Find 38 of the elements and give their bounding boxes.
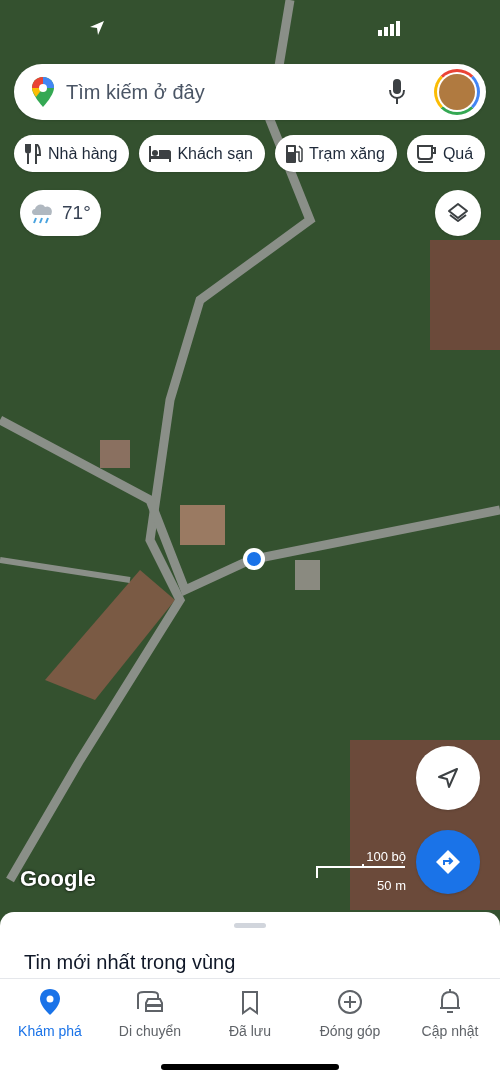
- building: [295, 560, 320, 590]
- sheet-handle[interactable]: [234, 923, 266, 928]
- scale-label: 50 m: [377, 879, 406, 892]
- navigation-arrow-icon: [437, 767, 459, 789]
- nav-tab[interactable]: Đóng góp: [300, 987, 400, 1045]
- bus-car-icon: [136, 991, 164, 1015]
- search-bar[interactable]: Tìm kiếm ở đây: [14, 64, 486, 120]
- plus-circle-icon: [337, 989, 363, 1015]
- google-logo: Google: [20, 865, 96, 893]
- nav-tab[interactable]: Di chuyển: [100, 987, 200, 1045]
- category-chip[interactable]: Trạm xăng: [275, 135, 397, 172]
- nav-tab[interactable]: Đã lưu: [200, 987, 300, 1045]
- bell-icon: [439, 989, 461, 1015]
- map-pin-icon: [40, 989, 60, 1015]
- nav-tab[interactable]: Khám phá: [0, 987, 100, 1045]
- category-chip[interactable]: Khách sạn: [139, 135, 265, 172]
- layers-icon: [446, 201, 470, 225]
- map-pin-logo-icon: [32, 77, 54, 107]
- location-dot-icon: [242, 547, 266, 571]
- location-arrow-icon: [89, 20, 105, 36]
- weather-chip[interactable]: 71°: [20, 190, 101, 236]
- building: [180, 505, 225, 545]
- nav-tab[interactable]: Cập nhật: [400, 987, 500, 1045]
- scale-bar-icon: [316, 864, 406, 878]
- bookmark-icon: [241, 991, 259, 1015]
- fork-knife-icon: [24, 143, 42, 164]
- microphone-icon[interactable]: [388, 79, 406, 105]
- cup-icon: [416, 144, 437, 163]
- avatar[interactable]: [434, 69, 480, 115]
- search-field[interactable]: Tìm kiếm ở đây: [66, 77, 376, 107]
- directions-icon: [435, 849, 461, 875]
- category-chip[interactable]: Nhà hàng: [14, 135, 130, 172]
- temperature: 71°: [62, 200, 91, 225]
- sheet-heading: Tin mới nhất trong vùng: [24, 950, 237, 975]
- fuel-pump-icon: [285, 143, 303, 164]
- bed-icon: [149, 145, 172, 162]
- building: [100, 440, 130, 468]
- scale-label: 100 bộ: [366, 850, 406, 863]
